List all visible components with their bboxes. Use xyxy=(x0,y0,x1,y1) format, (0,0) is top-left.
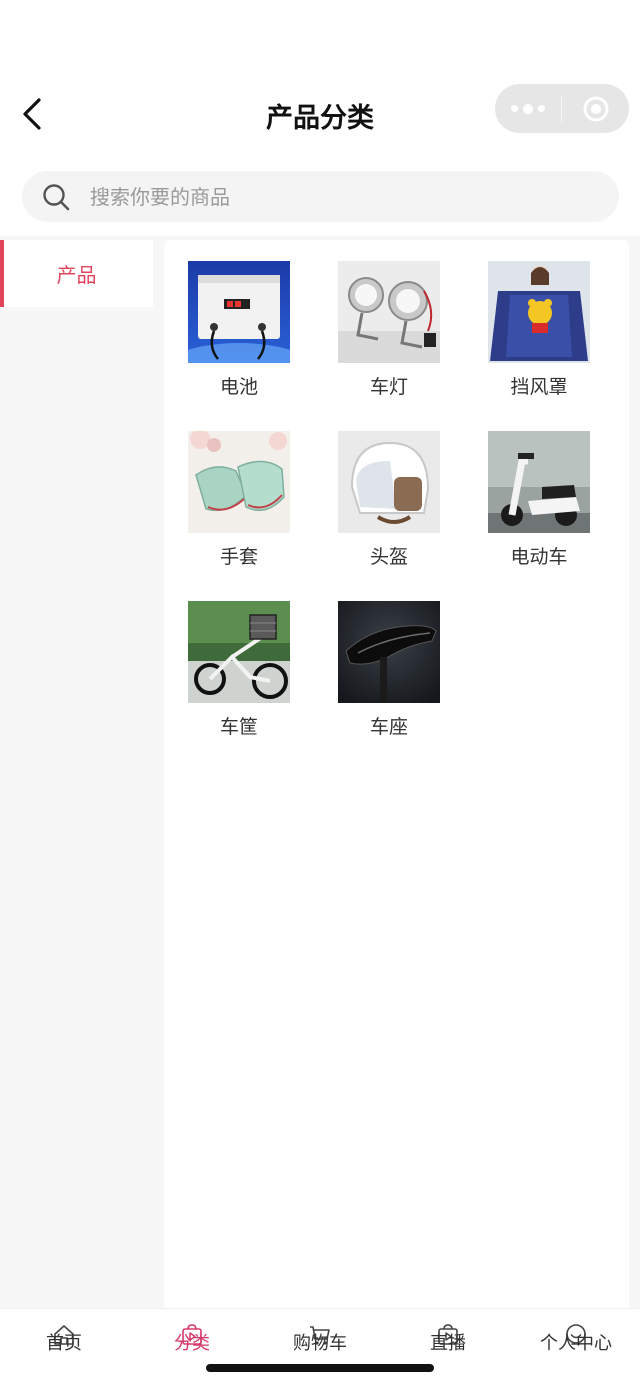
sidebar-item-products[interactable]: 产品 xyxy=(0,240,153,307)
active-indicator xyxy=(0,240,4,307)
electric-scooter-photo xyxy=(488,431,590,533)
category-item-label: 车灯 xyxy=(369,376,408,398)
tab-label: 购物车 xyxy=(293,1333,347,1354)
category-item-gloves[interactable]: 手套 xyxy=(174,431,304,581)
category-item-headlight[interactable]: 车灯 xyxy=(324,261,454,411)
category-item-battery[interactable]: 电池 xyxy=(174,261,304,411)
category-item-bicycle-basket[interactable]: 车筐 xyxy=(174,601,304,751)
category-item-helmet[interactable]: 头盔 xyxy=(324,431,454,581)
more-dots-icon-right xyxy=(538,105,545,112)
saddle-photo xyxy=(338,601,440,703)
tab-profile[interactable]: 个人中心 xyxy=(512,1309,640,1369)
target-close-icon xyxy=(583,96,608,121)
category-item-label: 挡风罩 xyxy=(510,376,568,398)
handlebar-gloves-photo xyxy=(188,431,290,533)
category-sidebar: 产品 xyxy=(0,240,153,307)
search-bar[interactable] xyxy=(22,171,619,222)
category-item-label: 车筐 xyxy=(219,716,258,738)
more-button[interactable] xyxy=(495,84,561,133)
category-page: 产品分类 搜索你要的商品 产品 电池 车灯 挡风罩 手套 头盔 电动车 车筐 车… xyxy=(0,0,640,1385)
tab-home[interactable]: 首页 xyxy=(0,1309,128,1369)
category-item-saddle[interactable]: 车座 xyxy=(324,601,454,751)
category-item-label: 车座 xyxy=(369,716,408,738)
home-indicator[interactable] xyxy=(206,1364,434,1372)
category-item-label: 电池 xyxy=(219,376,258,398)
tab-label: 个人中心 xyxy=(540,1333,612,1354)
helmet-photo xyxy=(338,431,440,533)
category-item-electric-scooter[interactable]: 电动车 xyxy=(474,431,604,581)
windshield-cover-photo xyxy=(488,261,590,363)
search-input[interactable] xyxy=(90,184,560,209)
nav-bar: 产品分类 xyxy=(0,0,640,160)
miniprogram-capsule xyxy=(495,84,629,133)
more-dots-icon-center xyxy=(523,103,533,114)
bottom-tab-bar: 首页 分类 购物车 直播 个人中心 xyxy=(0,1308,640,1385)
category-item-label: 头盔 xyxy=(369,546,408,568)
tab-label: 首页 xyxy=(46,1333,82,1354)
category-item-windshield-cover[interactable]: 挡风罩 xyxy=(474,261,604,411)
category-item-label: 手套 xyxy=(219,546,258,568)
category-panel: 电池 车灯 挡风罩 手套 头盔 电动车 车筐 车座 xyxy=(164,240,629,1308)
close-miniprogram-button[interactable] xyxy=(562,84,629,133)
headlight-photo xyxy=(338,261,440,363)
tab-live[interactable]: 直播 xyxy=(384,1309,512,1369)
tab-label: 直播 xyxy=(430,1333,466,1354)
tab-cart[interactable]: 购物车 xyxy=(256,1309,384,1369)
tab-category[interactable]: 分类 xyxy=(128,1309,256,1369)
tab-label: 分类 xyxy=(174,1333,210,1354)
battery-controller-photo xyxy=(188,261,290,363)
more-dots-icon xyxy=(511,105,518,112)
category-item-label: 电动车 xyxy=(510,546,568,568)
bicycle-basket-photo xyxy=(188,601,290,703)
search-icon xyxy=(42,183,70,211)
sidebar-item-label: 产品 xyxy=(56,263,97,287)
